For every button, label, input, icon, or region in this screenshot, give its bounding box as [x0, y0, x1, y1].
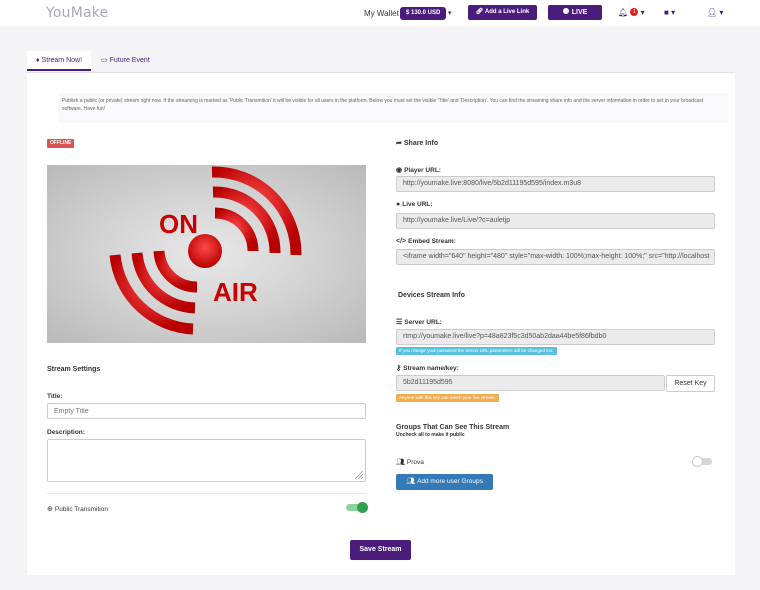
server-url-hint: If you change your password the Server U…	[396, 347, 557, 355]
stream-key-text: Stream name/key:	[403, 365, 459, 372]
notifications-button[interactable]: 🔔︎ 1 ▾	[618, 8, 645, 17]
user-menu-button[interactable]: 👤︎ ▾	[707, 8, 723, 17]
tab-future-event[interactable]: ▭ Future Event	[92, 51, 159, 71]
description-textarea[interactable]	[47, 439, 366, 482]
user-icon: 👤︎	[707, 8, 718, 17]
toggle-knob	[692, 456, 703, 467]
share-info-heading: ➦ Share Info	[396, 139, 438, 147]
add-user-groups-button[interactable]: 👥︎ Add more user Groups	[396, 474, 493, 490]
group-toggle[interactable]	[692, 456, 714, 467]
add-live-link-button[interactable]: 🔗︎ Add a Live Link	[468, 5, 537, 20]
stream-key-hint: Anyone with this key can watch your live…	[396, 394, 499, 402]
server-url-field[interactable]: rtmp://youmake.live/live?p=48a823f5c3d50…	[396, 329, 715, 345]
divider	[47, 493, 366, 494]
stream-key-label: ⚷ Stream name/key:	[396, 364, 459, 372]
chevron-down-icon: ▾	[719, 8, 724, 17]
top-navbar: YouMake My Wallet $ 130.0 USD ▾ 🔗︎ Add a…	[0, 0, 760, 26]
code-icon: </>	[396, 238, 407, 245]
public-transmition-toggle[interactable]	[346, 502, 368, 513]
title-input[interactable]	[47, 403, 366, 419]
live-dot-icon	[562, 8, 569, 15]
go-live-button[interactable]: LIVE	[548, 5, 602, 20]
on-air-image: ON AIR	[109, 166, 302, 335]
play-circle-icon: ◉	[396, 167, 403, 174]
app-logo[interactable]: YouMake	[46, 5, 108, 21]
player-url-label: ◉ Player URL:	[396, 166, 441, 174]
save-stream-button[interactable]: Save Stream	[350, 540, 411, 560]
reset-key-button[interactable]: Reset Key	[666, 375, 715, 392]
bell-icon: 🔔︎	[618, 8, 629, 17]
go-live-label: LIVE	[571, 9, 588, 16]
server-url-text: Server URL:	[404, 319, 442, 326]
tab-label: Future Event	[109, 57, 150, 64]
wallet-label: My Wallet	[364, 9, 399, 18]
globe-icon: ⊕	[47, 506, 53, 513]
key-icon: ⚷	[396, 365, 402, 372]
stream-notice: Publish a public (or private) stream rig…	[58, 93, 728, 123]
calendar-icon: ▭	[101, 57, 108, 64]
live-url-field[interactable]: http://youmake.live/Live/?c=auletjp	[396, 213, 715, 229]
tab-label: Stream Now!	[41, 57, 83, 64]
broadcast-icon: ♦	[36, 57, 40, 64]
stream-settings-heading: Stream Settings	[47, 366, 101, 373]
groups-heading: Groups That Can See This Stream	[396, 424, 510, 431]
tab-stream-now[interactable]: ♦ Stream Now!	[27, 51, 92, 71]
devices-stream-info-heading: Devices Stream Info	[398, 292, 465, 299]
share-icon: ➦	[396, 140, 402, 147]
link-icon: 🔗︎	[475, 9, 485, 15]
player-url-text: Player URL:	[404, 167, 441, 174]
status-badge: OFFLINE	[47, 139, 75, 148]
add-user-groups-label: Add more user Groups	[417, 478, 483, 485]
stream-preview[interactable]: ON AIR	[47, 165, 366, 343]
on-text: ON	[159, 209, 198, 239]
description-label: Description:	[47, 429, 85, 436]
embed-code-field[interactable]: <iframe width="640" height="480" style="…	[396, 249, 715, 265]
public-transmition-label: ⊕ Public Transmition	[47, 505, 108, 513]
group-name: Prova	[406, 459, 424, 466]
users-icon: 👥︎	[406, 478, 416, 485]
live-url-label: ● Live URL:	[396, 201, 433, 208]
chevron-down-icon: ▾	[640, 8, 645, 17]
video-menu-button[interactable]: ■ ▾	[664, 8, 675, 17]
server-url-label: ☰ Server URL:	[396, 318, 442, 326]
groups-subheading: Uncheck all to make it public	[396, 432, 465, 438]
server-icon: ☰	[396, 319, 403, 326]
video-camera-icon: ■	[664, 8, 669, 17]
toggle-knob	[357, 502, 368, 513]
circle-icon: ●	[396, 201, 401, 208]
live-url-text: Live URL:	[402, 201, 433, 208]
group-item: 👥︎ Prova	[396, 458, 424, 466]
chevron-down-icon[interactable]: ▾	[448, 9, 452, 17]
air-text: AIR	[213, 277, 258, 307]
embed-stream-label: </> Embed Stream:	[396, 238, 456, 245]
resize-grip-icon[interactable]	[355, 471, 363, 479]
users-icon: 👥︎	[396, 459, 405, 466]
stream-key-field[interactable]: 5b2d11195d595	[396, 375, 665, 391]
share-info-text: Share Info	[403, 140, 439, 147]
player-url-field[interactable]: http://youmake.live:8080/live/5b2d11195d…	[396, 176, 715, 192]
notification-count-badge: 1	[630, 8, 639, 16]
add-live-link-label: Add a Live Link	[484, 9, 530, 15]
title-label: Title:	[47, 393, 63, 400]
wallet-balance-button[interactable]: $ 130.0 USD	[400, 7, 447, 20]
public-transmition-text: Public Transmition	[54, 506, 108, 513]
chevron-down-icon: ▾	[671, 8, 676, 17]
embed-stream-text: Embed Stream:	[408, 238, 456, 245]
